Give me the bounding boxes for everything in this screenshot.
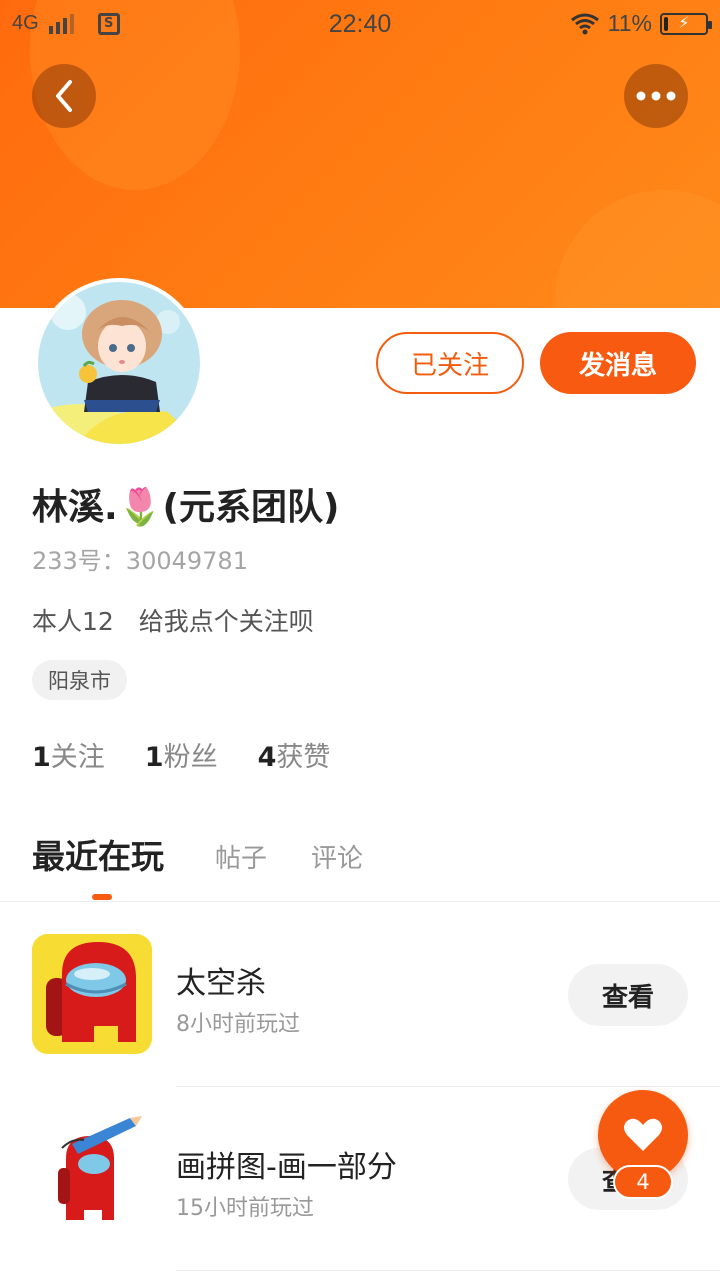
more-options-button[interactable] <box>624 64 688 128</box>
send-message-button[interactable]: 发消息 <box>540 332 696 394</box>
following-num: 1 <box>32 742 51 773</box>
like-count-badge: 4 <box>613 1165 673 1199</box>
followers-count[interactable]: 1粉丝 <box>145 735 218 774</box>
view-game-button[interactable]: 查看 <box>568 964 688 1026</box>
followed-button[interactable]: 已关注 <box>376 332 524 394</box>
tab-comments[interactable]: 评论 <box>311 838 363 875</box>
active-tab-indicator <box>92 894 112 900</box>
location-tag: 阳泉市 <box>32 660 127 700</box>
divider <box>176 1270 720 1271</box>
avatar-anime-girl-image <box>38 282 200 444</box>
battery-percentage: 11% <box>607 10 652 36</box>
tab-recently-played[interactable]: 最近在玩 <box>32 830 164 878</box>
profile-tabs: 最近在玩 帖子 评论 <box>0 826 720 902</box>
followers-label: 粉丝 <box>163 742 218 773</box>
following-count[interactable]: 1关注 <box>32 735 105 774</box>
more-horizontal-icon <box>636 91 676 101</box>
divider <box>176 1086 720 1087</box>
following-label: 关注 <box>50 742 105 773</box>
profile-nickname: 林溪.🌷(元系团队) <box>32 487 340 528</box>
chevron-left-icon <box>56 80 72 112</box>
followers-num: 1 <box>144 742 164 773</box>
likes-num: 4 <box>257 742 277 773</box>
game-last-played: 15小时前玩过 <box>176 1196 314 1221</box>
game-name: 太空杀 <box>176 966 266 1001</box>
game-last-played: 8小时前玩过 <box>176 1012 300 1037</box>
among-us-crewmate-icon <box>32 934 152 1054</box>
user-id: 233号：30049781 <box>32 547 248 575</box>
wifi-icon <box>570 13 599 34</box>
crewmate-pencil-icon <box>32 1114 152 1234</box>
game-name: 画拼图-画一部分 <box>176 1150 397 1185</box>
back-button[interactable] <box>32 64 96 128</box>
avatar[interactable] <box>34 278 204 448</box>
tab-posts[interactable]: 帖子 <box>215 838 267 875</box>
status-bar: 4G S 22:40 11% ⚡ <box>0 0 720 50</box>
profile-bio: 本人12 给我点个关注呗 <box>32 607 314 636</box>
likes-label: 获赞 <box>276 742 331 773</box>
list-item[interactable]: 太空杀 8小时前玩过 查看 <box>0 934 720 1119</box>
battery-icon: ⚡ <box>660 12 712 35</box>
charging-bolt-icon: ⚡ <box>678 12 690 32</box>
heart-icon <box>624 1118 662 1151</box>
profile-stats: 1关注 1粉丝 4获赞 <box>32 735 330 774</box>
likes-count[interactable]: 4获赞 <box>258 735 331 774</box>
